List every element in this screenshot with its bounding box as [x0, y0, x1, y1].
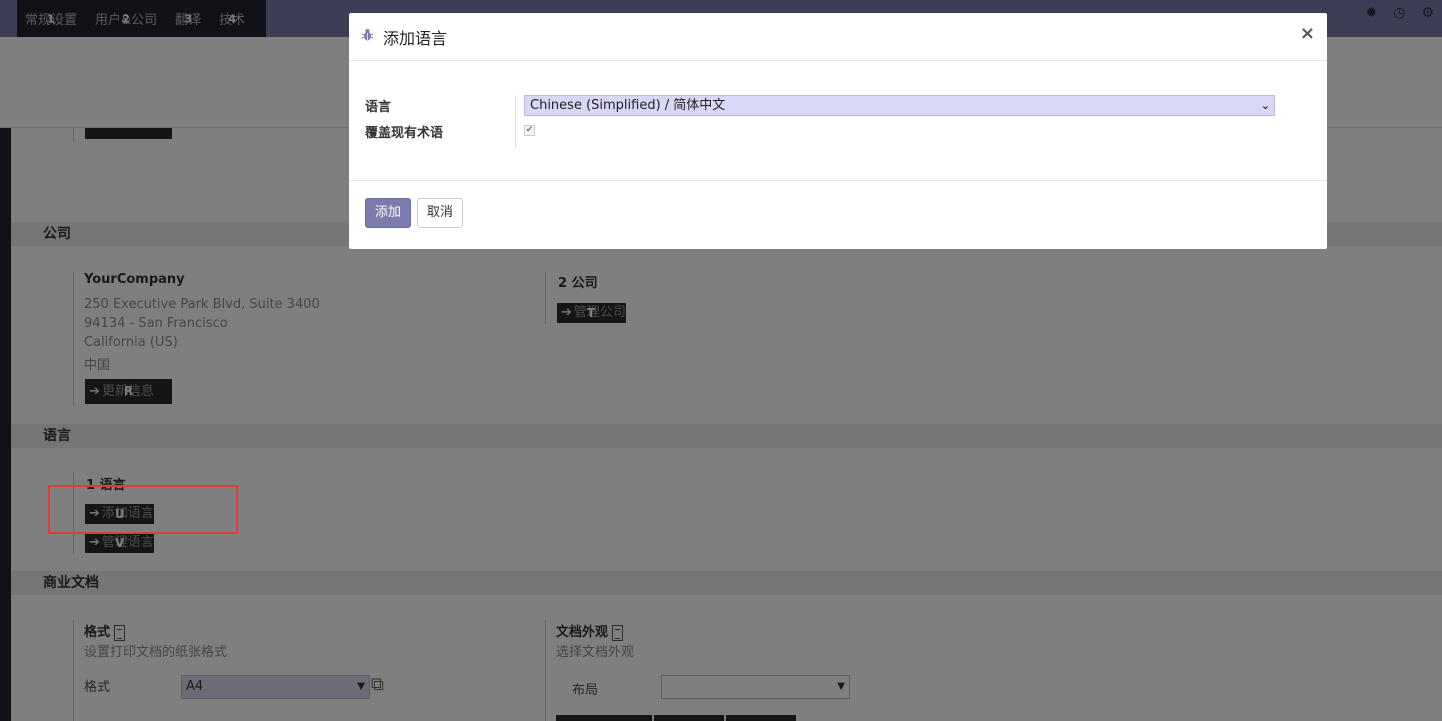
close-icon[interactable]: × — [1300, 23, 1315, 44]
add-language-dialog: 添加语言 × 语言 覆盖现有术语 Chinese (Simplified) / … — [349, 13, 1327, 249]
cancel-button[interactable]: 取消 — [417, 198, 463, 228]
overwrite-field-label: 覆盖现有术语 — [365, 126, 444, 141]
dialog-header: 添加语言 × — [349, 13, 1327, 61]
highlight-box — [48, 485, 238, 534]
label-divider — [515, 96, 516, 148]
chevron-down-icon: ⌄ — [1260, 99, 1270, 112]
bug-icon — [361, 29, 374, 41]
add-button[interactable]: 添加 — [365, 198, 411, 228]
dialog-title: 添加语言 — [383, 29, 448, 48]
overwrite-checkbox[interactable]: ✔ — [524, 125, 535, 136]
dialog-body: 语言 覆盖现有术语 Chinese (Simplified) / 简体中文 ⌄ — [349, 62, 1327, 181]
dialog-footer: 添加 取消 — [349, 180, 1327, 249]
language-field-label: 语言 — [365, 100, 392, 115]
language-select[interactable]: Chinese (Simplified) / 简体中文 ⌄ — [524, 95, 1275, 116]
